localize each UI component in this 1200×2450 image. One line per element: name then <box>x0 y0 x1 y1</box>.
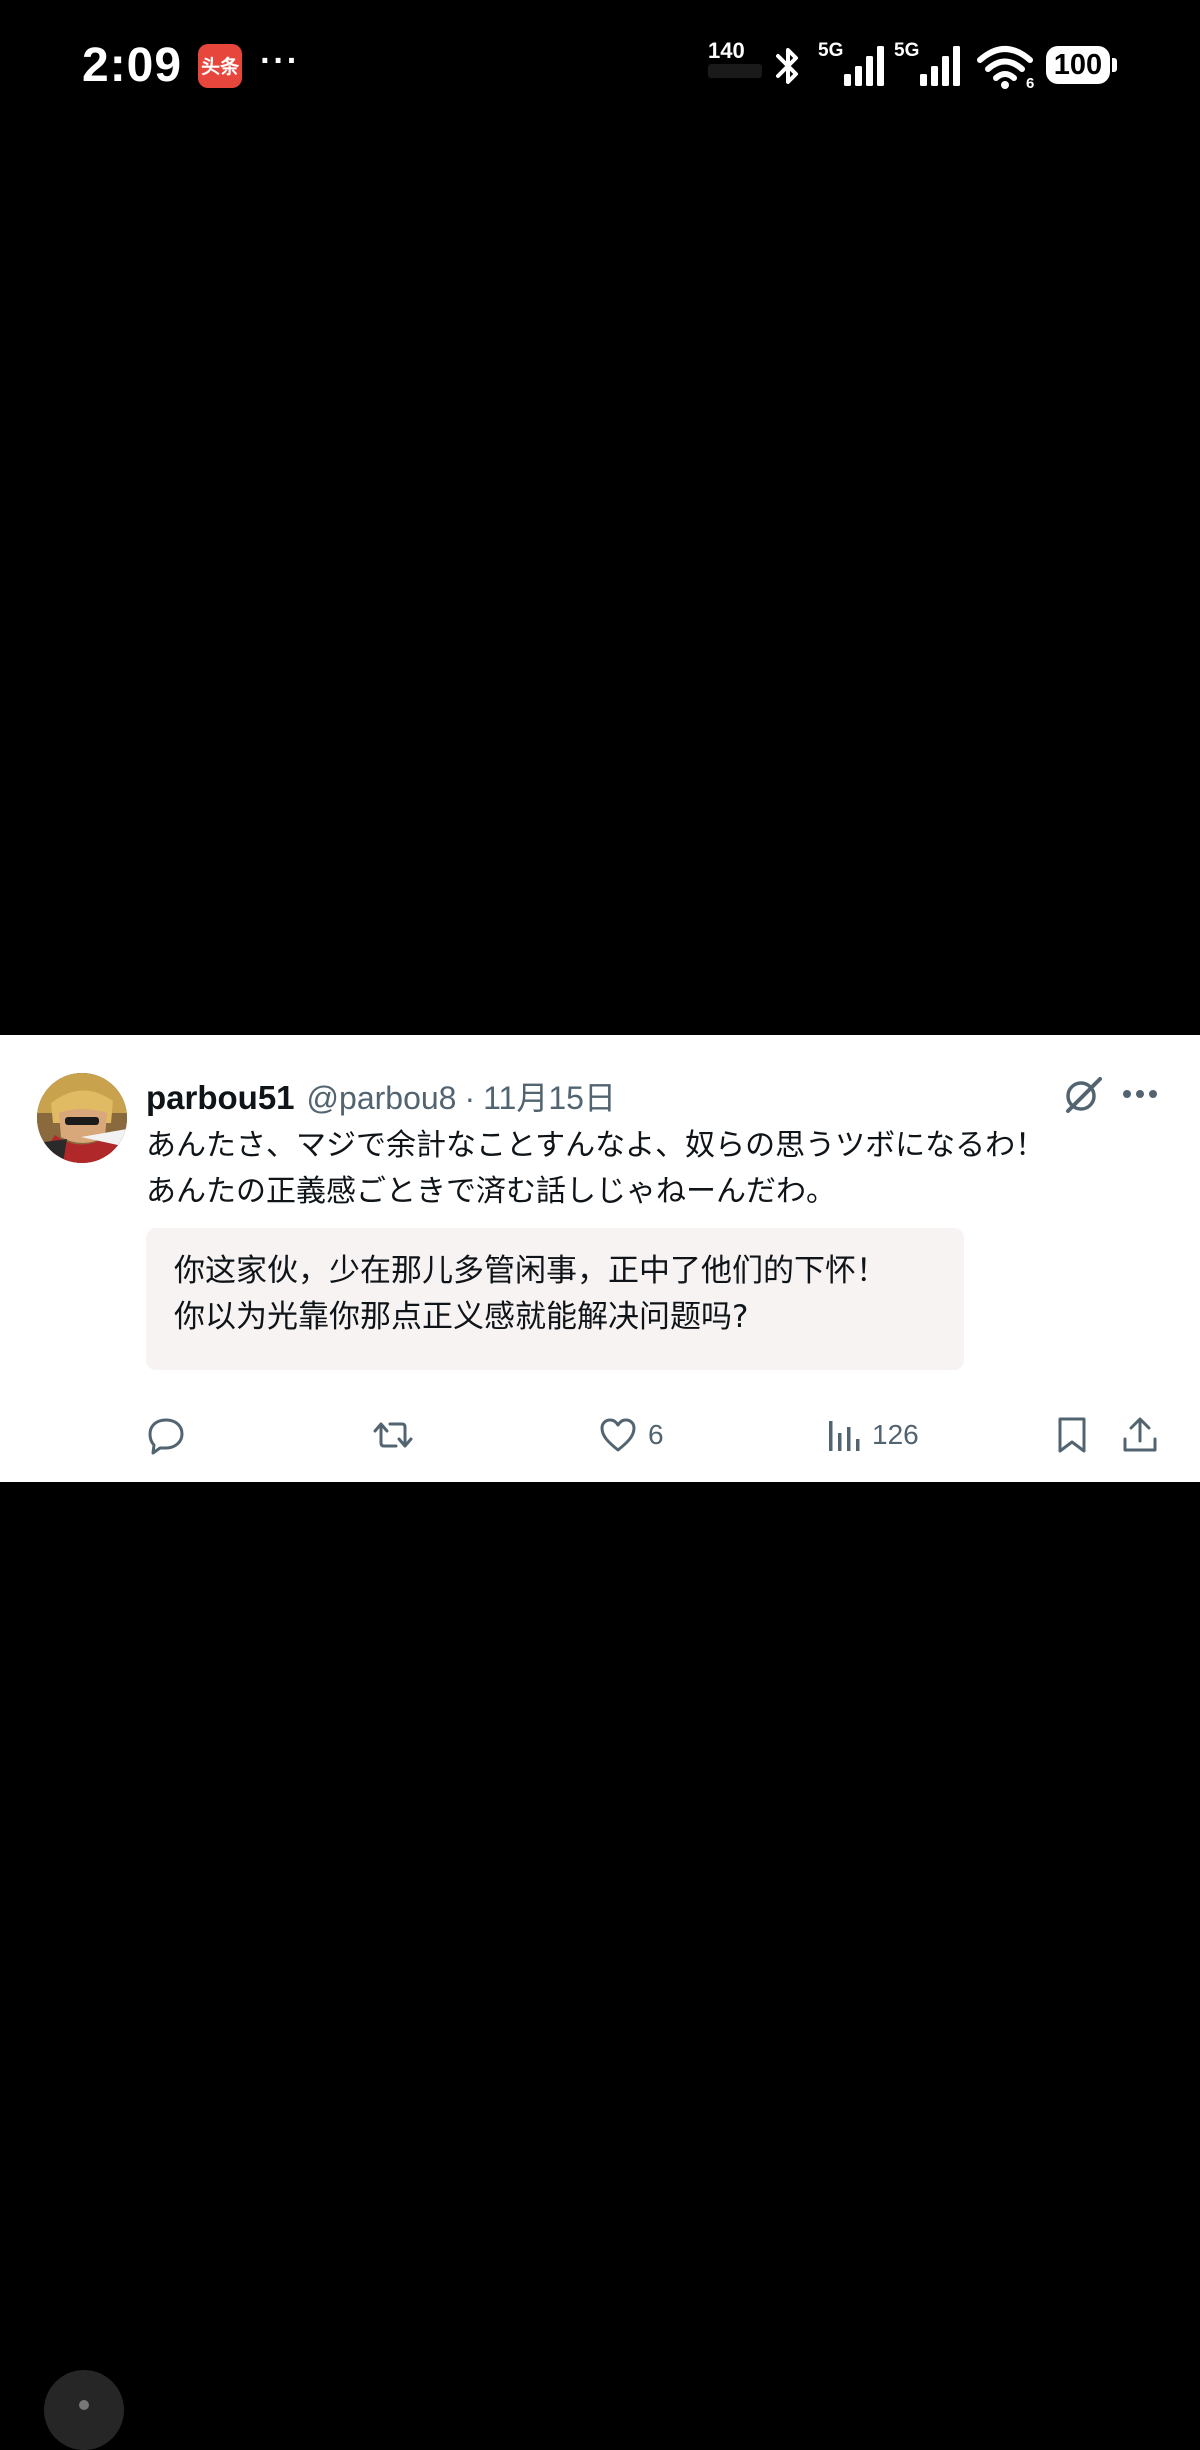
bluetooth-icon <box>776 48 798 84</box>
reply-icon <box>148 1418 184 1455</box>
status-time: 2:09 <box>82 39 183 92</box>
views-button[interactable]: 126 <box>826 1415 919 1455</box>
status-more-icon: ··· <box>260 41 301 80</box>
heart-icon <box>600 1418 636 1452</box>
bookmark-icon <box>1058 1417 1086 1453</box>
status-left: 2:09 头条 ··· <box>82 38 300 93</box>
signal-icon: 5G <box>894 40 960 86</box>
tweet-card[interactable]: parbou51 @parbou8 · 11月15日 あんたさ、マジで余計なこと… <box>0 1035 1200 1482</box>
signal-icon: 5G <box>818 40 884 86</box>
views-count: 126 <box>872 1419 919 1450</box>
toutiao-app-icon: 头条 <box>198 43 243 88</box>
action-bar: 6 126 <box>0 1415 1200 1465</box>
wifi-icon: 6 <box>977 46 1034 90</box>
floating-button-dot <box>79 2400 89 2410</box>
views-icon <box>829 1421 860 1451</box>
tweet-header: parbou51 @parbou8 · 11月15日 <box>146 1073 616 1119</box>
battery-cap <box>1112 58 1117 72</box>
more-options-icon[interactable] <box>1120 1081 1160 1107</box>
wifi-label: 6 <box>1026 75 1034 90</box>
net-speed-unit <box>708 64 762 78</box>
grok-icon[interactable] <box>1062 1073 1104 1115</box>
share-button[interactable] <box>1120 1415 1160 1455</box>
battery-icon: 100 <box>1046 46 1110 84</box>
like-count: 6 <box>648 1419 664 1450</box>
translation-line: 你以为光靠你那点正义感就能解决问题吗? <box>174 1299 749 1335</box>
repost-button[interactable] <box>372 1415 424 1455</box>
avatar-image <box>37 1073 127 1163</box>
floating-action-button[interactable] <box>44 2370 124 2450</box>
tweet-text-line: あんたさ、マジで余計なことすんなよ、奴らの思うツボになるわ！ <box>146 1128 1046 1163</box>
tweet-date[interactable]: 11月15日 <box>483 1073 616 1119</box>
signal-2-label: 5G <box>894 40 919 61</box>
share-icon <box>1123 1417 1157 1452</box>
repost-icon <box>373 1422 413 1448</box>
display-name[interactable]: parbou51 <box>146 1079 295 1117</box>
reply-button[interactable] <box>146 1415 196 1455</box>
net-speed: 140 <box>708 38 745 63</box>
translation-text: 你这家伙，少在那儿多管闲事，正中了他们的下怀！ 你以为光靠你那点正义感就能解决问… <box>174 1248 887 1340</box>
tweet-text: あんたさ、マジで余計なことすんなよ、奴らの思うツボになるわ！ あんたの正義感ごと… <box>146 1123 1146 1215</box>
signal-1-label: 5G <box>818 40 843 61</box>
user-handle[interactable]: @parbou8 <box>307 1080 457 1117</box>
tweet-text-line: あんたの正義感ごときで済む話しじゃねーんだわ。 <box>146 1174 836 1209</box>
bookmark-button[interactable] <box>1054 1415 1090 1455</box>
separator: · <box>464 1080 476 1116</box>
translation-line: 你这家伙，少在那儿多管闲事，正中了他们的下怀！ <box>174 1253 887 1289</box>
translation-box: 你这家伙，少在那儿多管闲事，正中了他们的下怀！ 你以为光靠你那点正义感就能解决问… <box>146 1228 964 1370</box>
like-button[interactable]: 6 <box>598 1415 664 1455</box>
avatar[interactable] <box>37 1073 127 1163</box>
status-bar: 2:09 头条 ··· 140 5G 5G 6 100 <box>0 0 1200 140</box>
